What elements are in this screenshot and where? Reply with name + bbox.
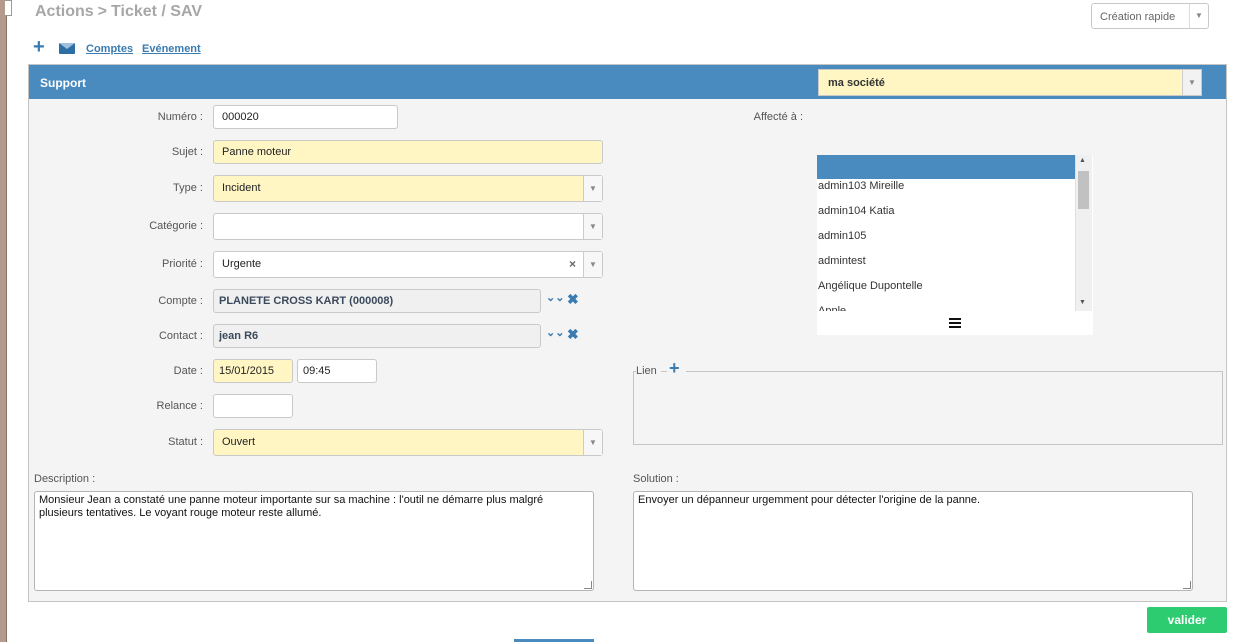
type-select[interactable]: Incident ▼: [213, 175, 603, 202]
quick-create-select[interactable]: Création rapide ▼: [1091, 3, 1209, 29]
relance-label: Relance :: [156, 400, 203, 412]
solution-label: Solution :: [633, 473, 679, 485]
numero-label: Numéro :: [157, 111, 203, 123]
remove-compte-icon[interactable]: ✖: [567, 291, 579, 308]
contact-field[interactable]: jean R6: [213, 324, 541, 348]
mail-icon[interactable]: [59, 43, 75, 54]
solution-textarea[interactable]: Envoyer un dépanneur urgemment pour déte…: [633, 491, 1193, 591]
description-text: Monsieur Jean a constaté une panne moteu…: [39, 494, 544, 519]
sujet-label: Sujet :: [171, 146, 203, 158]
type-label: Type :: [173, 182, 203, 194]
chevron-down-icon: ▼: [1189, 4, 1208, 28]
comptes-link[interactable]: Comptes: [86, 43, 133, 55]
chevron-down-icon: ▼: [1182, 70, 1201, 95]
expand-contact-icon[interactable]: ⌄⌄: [546, 326, 564, 339]
categorie-select[interactable]: ▼: [213, 213, 603, 240]
list-scrollbar[interactable]: ▲ ▼: [1075, 155, 1092, 311]
company-value: ma société: [828, 77, 885, 89]
list-item[interactable]: admin104 Katia: [818, 205, 894, 217]
priorite-value: Urgente: [222, 258, 262, 270]
type-value: Incident: [222, 182, 261, 194]
sujet-input[interactable]: Panne moteur: [213, 140, 603, 164]
date-input[interactable]: 15/01/2015: [213, 359, 293, 383]
description-label: Description :: [34, 473, 96, 485]
contact-label: Contact :: [158, 330, 203, 342]
expand-compte-icon[interactable]: ⌄⌄: [546, 291, 564, 304]
priorite-select[interactable]: Urgente × ▼: [213, 251, 603, 278]
chevron-down-icon: ▼: [583, 430, 602, 455]
breadcrumb-section[interactable]: Actions: [35, 3, 94, 20]
lien-fieldset: [633, 371, 1223, 445]
page-title: Actions > Ticket / SAV: [35, 3, 202, 21]
assignee-list[interactable]: admin103 Mireille admin104 Katia admin10…: [817, 155, 1093, 335]
scrollbar-thumb[interactable]: [1078, 171, 1089, 209]
affecte-label: Affecté à :: [753, 111, 803, 123]
window-left-edge: [0, 0, 7, 642]
description-textarea[interactable]: Monsieur Jean a constaté une panne moteu…: [34, 491, 594, 591]
chevron-down-icon: ▼: [583, 252, 602, 277]
clear-icon[interactable]: ×: [569, 252, 576, 277]
list-icon[interactable]: [949, 318, 961, 328]
panel-title: Support: [40, 76, 86, 90]
panel-header: Support ma société ▼: [29, 65, 1226, 99]
priorite-label: Priorité :: [162, 258, 203, 270]
time-input[interactable]: 09:45: [297, 359, 377, 383]
window-edge-tab: [5, 0, 12, 16]
company-select[interactable]: ma société ▼: [818, 69, 1202, 96]
breadcrumb-separator: >: [97, 3, 108, 20]
statut-label: Statut :: [168, 436, 203, 448]
solution-text: Envoyer un dépanneur urgemment pour déte…: [638, 494, 981, 506]
compte-field[interactable]: PLANETE CROSS KART (000008): [213, 289, 541, 313]
list-item-selected[interactable]: [817, 155, 1075, 179]
scroll-down-icon[interactable]: ▼: [1079, 299, 1086, 306]
quick-create-label: Création rapide: [1100, 11, 1176, 23]
list-item[interactable]: admin103 Mireille: [818, 180, 904, 192]
statut-select[interactable]: Ouvert ▼: [213, 429, 603, 456]
add-icon[interactable]: +: [33, 36, 45, 59]
categorie-label: Catégorie :: [149, 220, 203, 232]
remove-contact-icon[interactable]: ✖: [567, 326, 579, 343]
lien-label: Lien: [636, 365, 661, 377]
statut-value: Ouvert: [222, 436, 256, 448]
list-item[interactable]: admin105: [818, 230, 866, 242]
list-item[interactable]: Angélique Dupontelle: [818, 280, 923, 292]
numero-input[interactable]: 000020: [213, 105, 398, 129]
breadcrumb-page: Ticket / SAV: [111, 3, 203, 20]
valider-button[interactable]: valider: [1147, 607, 1227, 633]
resize-grip-icon[interactable]: [584, 581, 592, 589]
chevron-down-icon: ▼: [583, 214, 602, 239]
relance-input[interactable]: [213, 394, 293, 418]
date-label: Date :: [173, 365, 203, 377]
evenement-link[interactable]: Evénement: [142, 43, 201, 55]
list-item[interactable]: Apple: [818, 305, 846, 311]
scroll-up-icon[interactable]: ▲: [1079, 157, 1086, 164]
chevron-down-icon: ▼: [583, 176, 602, 201]
add-lien-icon[interactable]: +: [667, 358, 686, 379]
list-item[interactable]: admintest: [818, 255, 866, 267]
resize-grip-icon[interactable]: [1183, 581, 1191, 589]
compte-label: Compte :: [158, 295, 203, 307]
support-panel: Support ma société ▼ Numéro : 000020 Suj…: [28, 64, 1227, 602]
